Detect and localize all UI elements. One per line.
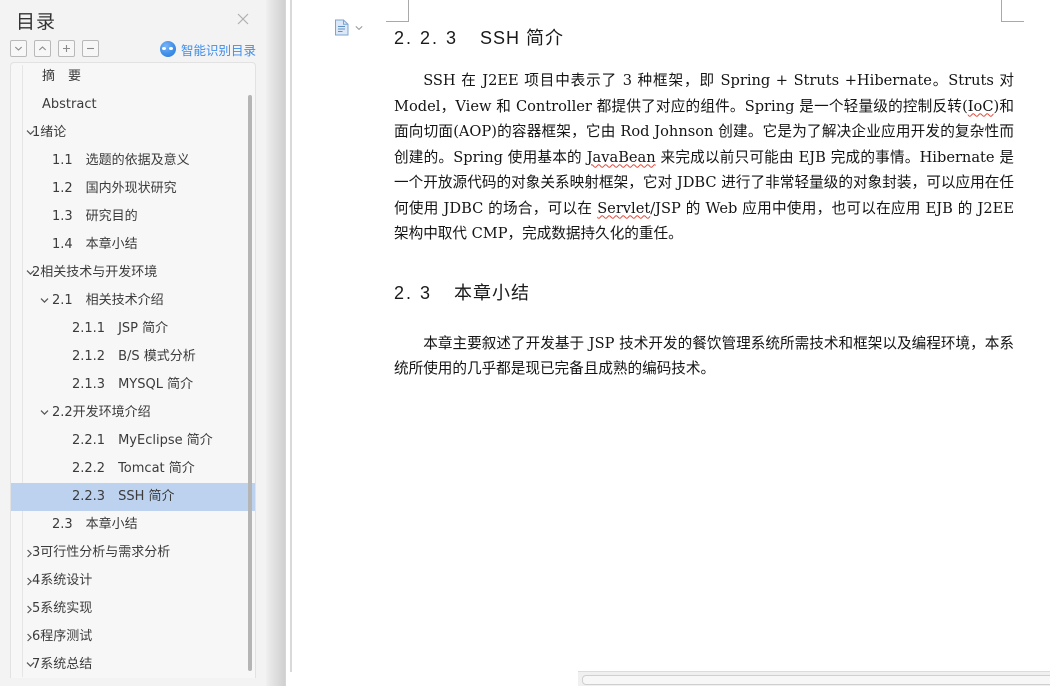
outline-item[interactable]: 2.2.1 MyEclipse 简介: [11, 427, 255, 455]
panel-divider[interactable]: [266, 0, 290, 686]
outline-item-label: 2.1.2 B/S 模式分析: [72, 349, 196, 364]
outline-item-label: 2.1 相关技术介绍: [52, 293, 164, 308]
outline-item[interactable]: 2.1.1 JSP 简介: [11, 315, 255, 343]
ai-face-icon: [159, 41, 176, 57]
outline-item-label: 2.2.2 Tomcat 简介: [72, 461, 195, 476]
paragraph-chapter-summary: 本章主要叙述了开发基于 JSP 技术开发的餐饮管理系统所需技术和框架以及编程环境…: [394, 334, 1014, 378]
outline-tree-list: 摘 要 Abstract 1绪论 1.1 选题的依据及意义 1.2 国内外现状研究 1.3…: [11, 63, 255, 678]
heading-2-3: 2. 3 本章小结: [394, 279, 1014, 305]
page-title: 目录: [16, 11, 57, 33]
outline-item-label: 1.1 选题的依据及意义: [52, 153, 190, 168]
heading-number: 2. 3: [394, 282, 433, 303]
collapse-all-button[interactable]: [10, 40, 27, 57]
heading-2-2-3: 2. 2. 3 SSH 简介: [394, 24, 1014, 50]
chevron-down-icon[interactable]: [23, 651, 39, 678]
outline-item[interactable]: 1.4 本章小结: [11, 231, 255, 259]
outline-item[interactable]: 1绪论: [11, 119, 255, 147]
page-left-edge: [290, 0, 292, 672]
outline-item[interactable]: 5系统实现: [11, 595, 255, 623]
chevron-down-icon[interactable]: [355, 25, 363, 31]
outline-item[interactable]: 摘 要: [11, 63, 255, 91]
document-horizontal-scrollbar[interactable]: [578, 671, 1050, 686]
outline-item[interactable]: 1.3 研究目的: [11, 203, 255, 231]
outline-item[interactable]: 2.1 相关技术介绍: [11, 287, 255, 315]
increase-level-button[interactable]: [58, 40, 75, 57]
chevron-right-icon[interactable]: [23, 623, 39, 651]
close-icon[interactable]: [236, 12, 250, 26]
horizontal-scrollbar-thumb[interactable]: [582, 675, 1050, 685]
outline-item-label: 1.4 本章小结: [52, 237, 138, 252]
outline-panel: 目录 智能识别目录 摘 要 Abstract 1绪论 1.1 选题的依据及意义 …: [0, 0, 266, 686]
outline-item[interactable]: 2.1.2 B/S 模式分析: [11, 343, 255, 371]
outline-toolbar: 智能识别目录: [0, 38, 266, 62]
app-root: 目录 智能识别目录 摘 要 Abstract 1绪论 1.1 选题的依据及意义 …: [0, 0, 1050, 686]
outline-item[interactable]: 6程序测试: [11, 623, 255, 651]
outline-item-label: 2.1.1 JSP 简介: [72, 321, 169, 336]
outline-item-label: Abstract: [42, 97, 97, 112]
outline-item[interactable]: 2.2.2 Tomcat 简介: [11, 455, 255, 483]
chevron-down-icon[interactable]: [37, 287, 53, 315]
outline-tree: 摘 要 Abstract 1绪论 1.1 选题的依据及意义 1.2 国内外现状研究 1.3…: [10, 62, 256, 678]
outline-item[interactable]: 7系统总结: [11, 651, 255, 678]
expand-all-button[interactable]: [34, 40, 51, 57]
outline-item-label: 2.1.3 MYSQL 简介: [72, 377, 194, 392]
document-style-icon: [334, 19, 350, 36]
outline-item-label: 2.2.1 MyEclipse 简介: [72, 433, 213, 448]
decrease-level-button[interactable]: [82, 40, 99, 57]
chevron-down-icon[interactable]: [37, 399, 53, 427]
outline-item[interactable]: 4系统设计: [11, 567, 255, 595]
outline-item-label: 2.2开发环境介绍: [52, 405, 151, 420]
document-body: 2. 2. 3 SSH 简介 SSH 在 J2EE 项目中表示了 3 种框架，即 …: [394, 10, 1014, 382]
heading-text: 本章小结: [454, 282, 531, 303]
outline-item-label: 2.3 本章小结: [52, 517, 138, 532]
outline-item-selected[interactable]: 2.2.3 SSH 简介: [11, 483, 255, 511]
spellcheck-flagged-word: JavaBean: [586, 148, 656, 166]
outline-item-label: 1.3 研究目的: [52, 209, 138, 224]
heading-number: 2. 2. 3: [394, 28, 459, 48]
outline-vertical-scrollbar[interactable]: [248, 95, 252, 671]
outline-item-label: 1.2 国内外现状研究: [52, 181, 177, 196]
chevron-right-icon[interactable]: [23, 595, 39, 623]
chevron-down-icon[interactable]: [23, 119, 39, 147]
chevron-right-icon[interactable]: [23, 539, 39, 567]
outline-item[interactable]: 2.3 本章小结: [11, 511, 255, 539]
outline-item-label: 摘 要: [42, 69, 82, 84]
spellcheck-flagged-word: IoC: [967, 97, 994, 115]
outline-header: 目录: [0, 0, 266, 36]
paragraph-run: SSH 在 J2EE 项目中表示了 3 种框架，即 Spring + Strut…: [394, 72, 1014, 115]
paragraph-ssh-intro: SSH 在 J2EE 项目中表示了 3 种框架，即 Spring + Strut…: [394, 68, 1014, 247]
outline-item[interactable]: 1.2 国内外现状研究: [11, 175, 255, 203]
outline-item[interactable]: 2相关技术与开发环境: [11, 259, 255, 287]
chevron-right-icon[interactable]: [23, 567, 39, 595]
heading-text: SSH 简介: [480, 28, 565, 48]
smart-recognize-outline-button[interactable]: 智能识别目录: [159, 38, 256, 60]
outline-item[interactable]: 1.1 选题的依据及意义: [11, 147, 255, 175]
chevron-down-icon[interactable]: [23, 259, 39, 287]
outline-item[interactable]: 3可行性分析与需求分析: [11, 539, 255, 567]
outline-item-label: 2.2.3 SSH 简介: [72, 489, 175, 504]
outline-item[interactable]: 2.1.3 MYSQL 简介: [11, 371, 255, 399]
outline-item[interactable]: Abstract: [11, 91, 255, 119]
outline-item[interactable]: 2.2开发环境介绍: [11, 399, 255, 427]
smart-recognize-outline-label: 智能识别目录: [180, 42, 256, 58]
document-style-chip[interactable]: [334, 19, 363, 36]
document-canvas[interactable]: 2. 2. 3 SSH 简介 SSH 在 J2EE 项目中表示了 3 种框架，即 …: [290, 0, 1050, 686]
spellcheck-flagged-word: Servlet: [597, 199, 651, 217]
